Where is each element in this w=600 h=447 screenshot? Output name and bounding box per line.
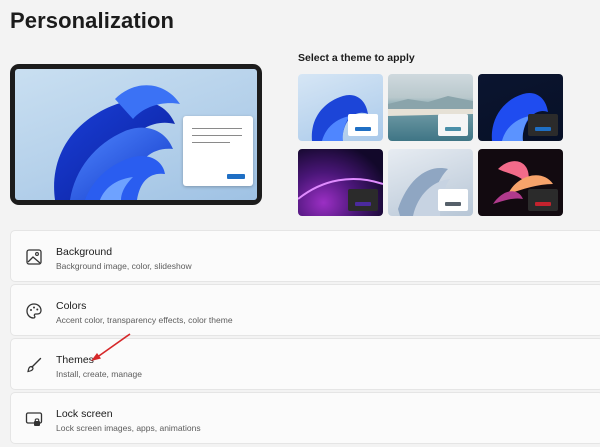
theme-tile-light[interactable] (298, 74, 383, 141)
theme-tile-dark[interactable] (478, 74, 563, 141)
theme-tile-flow[interactable] (478, 149, 563, 216)
preview-wallpaper (15, 69, 257, 200)
theme-tile-purple[interactable] (298, 149, 383, 216)
settings-item-description: Accent color, transparency effects, colo… (56, 315, 233, 325)
settings-item-lock-screen[interactable]: Lock screen Lock screen images, apps, an… (10, 392, 600, 444)
settings-item-description: Lock screen images, apps, animations (56, 423, 201, 433)
lock-screen-icon (25, 412, 43, 426)
annotation-arrow-icon (91, 333, 131, 361)
settings-item-background[interactable]: Background Background image, color, slid… (10, 230, 600, 282)
theme-grid (298, 74, 564, 216)
settings-item-title: Lock screen (56, 408, 113, 420)
brush-icon (27, 357, 42, 373)
image-icon (26, 249, 42, 265)
themes-heading: Select a theme to apply (298, 52, 415, 64)
theme-tile-landscape[interactable] (388, 74, 473, 141)
theme-tile-captured-motion[interactable] (388, 149, 473, 216)
page-title: Personalization (10, 8, 175, 33)
settings-item-title: Background (56, 246, 113, 258)
settings-item-colors[interactable]: Colors Accent color, transparency effect… (10, 284, 600, 336)
settings-item-title: Colors (56, 300, 87, 312)
palette-icon (26, 303, 42, 319)
settings-item-description: Install, create, manage (56, 369, 142, 379)
settings-item-description: Background image, color, slideshow (56, 261, 192, 271)
preview-app-window (183, 116, 253, 186)
theme-preview-monitor (10, 64, 262, 205)
